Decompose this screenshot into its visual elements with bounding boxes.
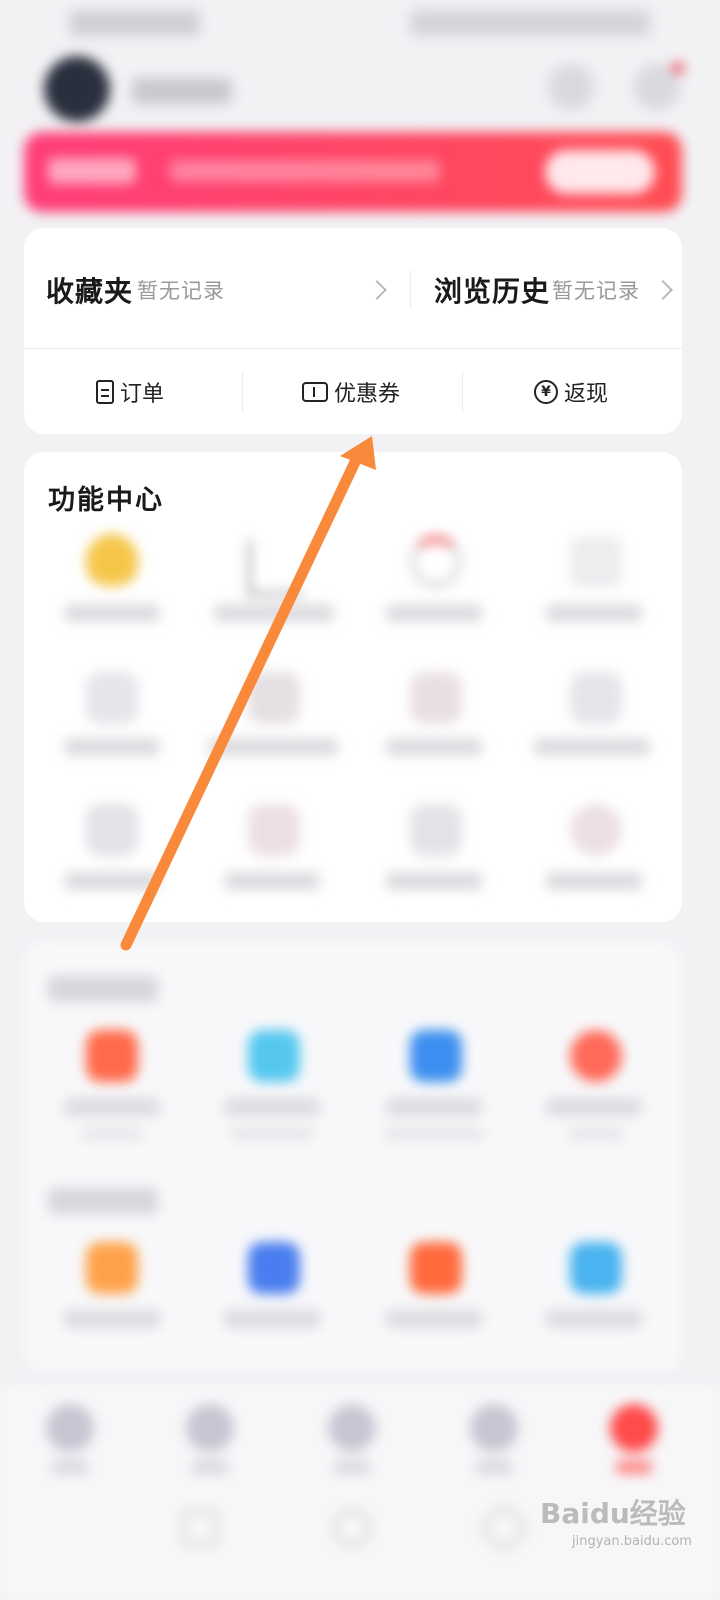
function-center-card: 功能中心: [24, 452, 682, 922]
cashback-label: 返现: [564, 382, 609, 407]
tag-icon: [248, 804, 300, 856]
price-tag-icon: [570, 536, 622, 588]
chevron-right-icon: [367, 280, 387, 300]
grid-label: [214, 604, 334, 622]
nav-profile-icon: [610, 1404, 658, 1452]
service-icon: [410, 1242, 462, 1294]
notification-dot: [672, 62, 684, 74]
status-bar: [0, 0, 720, 48]
service-label: [224, 1310, 320, 1328]
grid-label: [546, 604, 642, 622]
service-sublabel: [82, 1128, 142, 1140]
section-title: [48, 976, 158, 1002]
service-icon: [86, 1030, 138, 1082]
coupon-icon: [302, 382, 328, 402]
service-icon: [410, 1030, 462, 1082]
yen-icon: ¥: [534, 380, 558, 404]
orders-button[interactable]: 订单: [96, 376, 164, 408]
grid-label: [386, 604, 482, 622]
grid-label: [64, 872, 160, 890]
banner-subtitle: [170, 160, 440, 182]
divider: [24, 348, 682, 349]
function-center-title: 功能中心: [48, 485, 164, 516]
coupons-button[interactable]: 优惠券: [302, 376, 400, 408]
status-icons: [410, 10, 650, 36]
service-label: [386, 1310, 482, 1328]
service-label: [546, 1098, 642, 1116]
trophy-icon: [86, 534, 138, 586]
service-icon: [570, 1030, 622, 1082]
divider: [242, 372, 243, 412]
grid-label: [386, 738, 482, 756]
username[interactable]: [132, 78, 232, 104]
history-entry[interactable]: 浏览历史 暂无记录: [411, 228, 682, 348]
orders-label: 订单: [120, 382, 165, 407]
services-card: [24, 942, 682, 1372]
favorites-title: 收藏夹: [46, 275, 134, 308]
search-icon: [570, 672, 622, 724]
service-icon: [248, 1242, 300, 1294]
grid-label: [534, 738, 650, 756]
nav-label: [192, 1460, 228, 1474]
service-label: [64, 1310, 160, 1328]
service-label: [546, 1310, 642, 1328]
grid-label: [224, 872, 320, 890]
service-icon: [248, 1030, 300, 1082]
banner-button[interactable]: [545, 150, 655, 194]
cashback-button[interactable]: ¥ 返现: [534, 376, 608, 408]
watermark-url: jingyan.baidu.com: [572, 1534, 692, 1549]
back-button[interactable]: [478, 1502, 530, 1554]
service-label: [224, 1098, 320, 1116]
bell-icon[interactable]: [548, 64, 594, 110]
service-icon: [86, 1242, 138, 1294]
divider: [462, 372, 463, 412]
service-label: [386, 1098, 482, 1116]
recent-apps-button[interactable]: [182, 1510, 218, 1546]
grid-label: [546, 872, 642, 890]
service-icon: [248, 672, 300, 724]
home-button[interactable]: [334, 1510, 370, 1546]
history-status: 暂无记录: [552, 279, 640, 303]
coupons-label: 优惠券: [334, 382, 401, 407]
shop-icon: [86, 804, 138, 856]
nav-cart-icon: [470, 1404, 518, 1452]
nav-label: [334, 1460, 370, 1474]
grid-label: [64, 604, 160, 622]
grid-label: [386, 872, 482, 890]
service-sublabel: [568, 1128, 624, 1140]
service-sublabel: [384, 1128, 484, 1140]
favorites-entry[interactable]: 收藏夹 暂无记录: [24, 228, 410, 348]
grid-label: [64, 738, 160, 756]
history-title: 浏览历史: [434, 275, 551, 308]
nav-label: [616, 1460, 652, 1474]
target-icon: [410, 536, 462, 588]
section-title: [48, 1188, 158, 1214]
user-icon: [410, 804, 462, 856]
grid-label: [208, 738, 338, 756]
watermark-logo: Baidu经验: [540, 1497, 686, 1530]
service-icon: [570, 1242, 622, 1294]
service-label: [64, 1098, 160, 1116]
avatar[interactable]: [44, 56, 110, 122]
records-card: 收藏夹 暂无记录 浏览历史 暂无记录 订单 优惠券 ¥ 返现: [24, 228, 682, 434]
nav-home-icon: [46, 1404, 94, 1452]
chart-icon: [248, 540, 303, 595]
status-time: [70, 10, 200, 36]
favorites-status: 暂无记录: [137, 279, 225, 303]
order-icon: [96, 380, 114, 404]
nav-discover-icon: [328, 1404, 376, 1452]
nav-label: [52, 1460, 88, 1474]
gift-icon: [410, 672, 462, 724]
nav-label: [476, 1460, 512, 1474]
headset-icon: [570, 804, 622, 856]
service-sublabel: [230, 1128, 314, 1140]
bag-icon: [86, 672, 138, 724]
chevron-right-icon: [653, 280, 673, 300]
banner-title: [48, 158, 136, 184]
nav-category-icon: [186, 1404, 234, 1452]
